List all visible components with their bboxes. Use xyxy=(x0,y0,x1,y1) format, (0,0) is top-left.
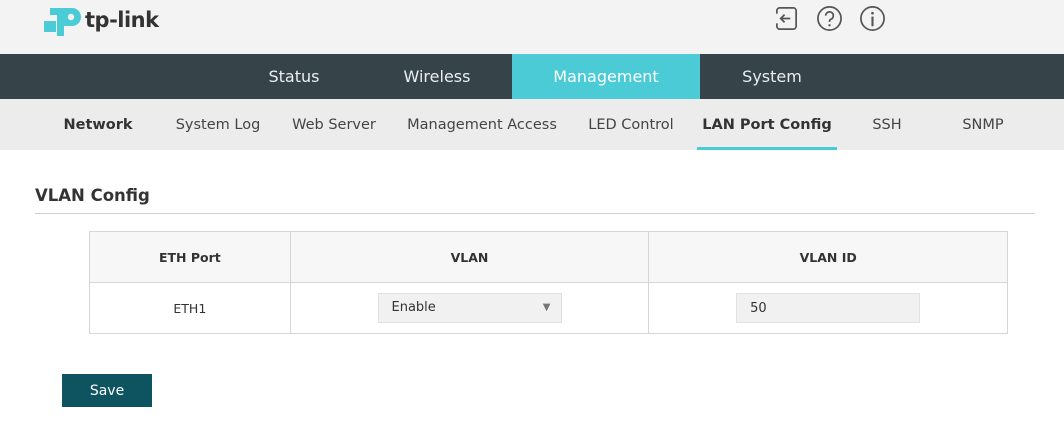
section-divider xyxy=(35,213,1035,214)
top-bar: tp-link xyxy=(0,0,1064,54)
subtab-management-access[interactable]: Management Access xyxy=(404,99,560,150)
info-icon[interactable] xyxy=(859,5,886,32)
subtab-lan-port-config[interactable]: LAN Port Config xyxy=(697,99,837,150)
sub-navigation: Network System Log Web Server Management… xyxy=(0,99,1064,150)
column-header-vlan-id: VLAN ID xyxy=(648,231,1008,283)
subtab-led-control[interactable]: LED Control xyxy=(582,99,680,150)
column-header-eth-port: ETH Port xyxy=(89,231,291,283)
tab-system[interactable]: System xyxy=(705,54,839,99)
section-title: VLAN Config xyxy=(35,186,150,205)
logout-icon[interactable] xyxy=(773,5,800,32)
subtab-system-log[interactable]: System Log xyxy=(170,99,266,150)
table-row: ETH1 Enable ▼ xyxy=(89,282,1008,334)
subtab-ssh[interactable]: SSH xyxy=(864,99,910,150)
main-navigation: Status Wireless Management System xyxy=(0,54,1064,99)
vlan-select-value: Enable xyxy=(391,300,436,315)
tab-management[interactable]: Management xyxy=(512,54,700,99)
save-button[interactable]: Save xyxy=(62,374,152,407)
vlan-id-input[interactable] xyxy=(736,293,921,323)
subtab-network[interactable]: Network xyxy=(60,99,136,150)
vlan-id-cell xyxy=(648,282,1008,334)
brand-name: tp-link xyxy=(85,8,159,32)
table-header-row: ETH Port VLAN VLAN ID xyxy=(89,231,1008,283)
dropdown-arrow-icon: ▼ xyxy=(542,302,551,313)
subtab-snmp[interactable]: SNMP xyxy=(956,99,1010,150)
vlan-config-table: ETH Port VLAN VLAN ID ETH1 Enable ▼ xyxy=(89,231,1008,334)
tab-status[interactable]: Status xyxy=(228,54,360,99)
subtab-web-server[interactable]: Web Server xyxy=(288,99,380,150)
tab-wireless[interactable]: Wireless xyxy=(370,54,504,99)
help-icon[interactable] xyxy=(816,5,843,32)
tp-link-logo-icon xyxy=(44,8,81,36)
eth-port-cell: ETH1 xyxy=(89,282,291,334)
column-header-vlan: VLAN xyxy=(289,231,650,283)
vlan-select[interactable]: Enable ▼ xyxy=(377,293,562,323)
vlan-cell: Enable ▼ xyxy=(289,282,650,334)
tp-link-logo[interactable]: tp-link xyxy=(42,0,159,40)
